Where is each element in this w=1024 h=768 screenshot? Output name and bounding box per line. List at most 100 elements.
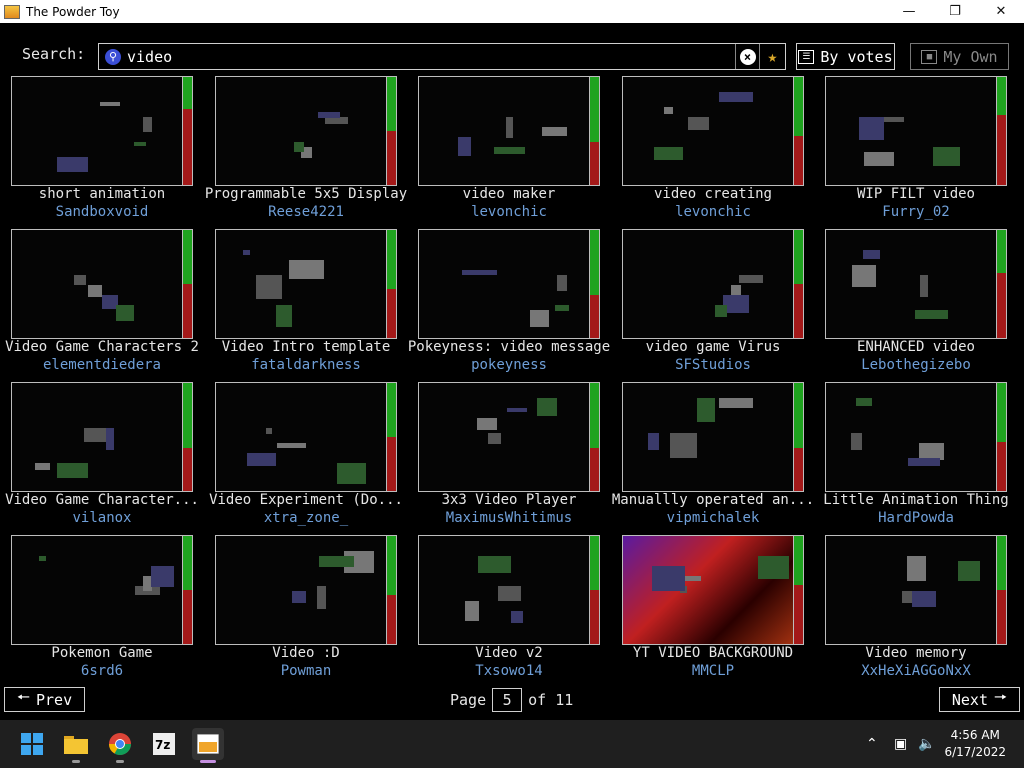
save-author[interactable]: levonchic bbox=[610, 204, 816, 220]
save-author[interactable]: XxHeXiAGGoNxX bbox=[813, 663, 1019, 679]
save-author[interactable]: SFStudios bbox=[610, 357, 816, 373]
save-thumbnail[interactable] bbox=[622, 535, 794, 645]
prev-page-button[interactable]: 🠔 Prev bbox=[4, 687, 85, 712]
save-card[interactable]: video game Virus SFStudios bbox=[622, 229, 810, 377]
save-card[interactable]: Video :D Powman bbox=[215, 535, 403, 683]
save-card[interactable]: YT VIDEO BACKGROUND MMCLP bbox=[622, 535, 810, 683]
save-card[interactable]: Video Game Characters 2 elementdiedera bbox=[5, 229, 199, 377]
file-explorer-icon[interactable] bbox=[60, 728, 92, 763]
thumbnail-pixels bbox=[537, 398, 557, 416]
save-name: Video Experiment (Do... bbox=[209, 492, 403, 508]
save-author[interactable]: Sandboxvoid bbox=[0, 204, 205, 220]
save-thumbnail[interactable] bbox=[215, 76, 387, 186]
powder-toy-taskbar-icon[interactable] bbox=[192, 728, 224, 763]
save-author[interactable]: pokeyness bbox=[406, 357, 612, 373]
save-card[interactable]: Video v2 Txsowo14 bbox=[418, 535, 606, 683]
save-name: Little Animation Thing bbox=[823, 492, 1009, 508]
save-card[interactable]: 3x3 Video Player MaximusWhitimus bbox=[418, 382, 606, 530]
save-card[interactable]: Video memory XxHeXiAGGoNxX bbox=[825, 535, 1013, 683]
thumbnail-pixels bbox=[739, 275, 763, 283]
7zip-icon[interactable]: 7z bbox=[148, 728, 180, 760]
next-page-button[interactable]: Next 🠖 bbox=[939, 687, 1020, 712]
vote-bar bbox=[997, 76, 1007, 186]
close-icon[interactable]: ✕ bbox=[978, 0, 1024, 23]
thumbnail-pixels bbox=[494, 147, 525, 154]
upvote-fill bbox=[387, 230, 396, 290]
save-author[interactable]: Furry_02 bbox=[813, 204, 1019, 220]
thumbnail-pixels bbox=[143, 117, 152, 132]
save-card[interactable]: Video Experiment (Do... xtra_zone_ bbox=[209, 382, 403, 530]
save-thumbnail[interactable] bbox=[11, 76, 183, 186]
save-card[interactable]: Pokeyness: video message pokeyness bbox=[408, 229, 610, 377]
my-own-button[interactable]: ■ My Own bbox=[910, 43, 1009, 70]
windows-start-icon[interactable] bbox=[16, 728, 48, 760]
save-author[interactable]: elementdiedera bbox=[0, 357, 205, 373]
save-name: Manuallly operated an... bbox=[611, 492, 815, 508]
save-card[interactable]: Pokemon Game 6srd6 bbox=[11, 535, 199, 683]
save-author[interactable]: Lebothegizebo bbox=[813, 357, 1019, 373]
save-author[interactable]: MaximusWhitimus bbox=[406, 510, 612, 526]
clear-search-button[interactable]: × bbox=[735, 44, 759, 69]
minimize-icon[interactable]: — bbox=[886, 0, 932, 23]
save-thumbnail[interactable] bbox=[825, 229, 997, 339]
save-card[interactable]: WIP FILT video Furry_02 bbox=[825, 76, 1013, 224]
save-author[interactable]: Txsowo14 bbox=[406, 663, 612, 679]
upvote-fill bbox=[997, 536, 1006, 590]
thumbnail-pixels bbox=[719, 398, 753, 408]
thumbnail-pixels bbox=[462, 270, 497, 275]
save-author[interactable]: 6srd6 bbox=[0, 663, 205, 679]
save-thumbnail[interactable] bbox=[825, 76, 997, 186]
save-author[interactable]: HardPowda bbox=[813, 510, 1019, 526]
sort-by-votes-button[interactable]: ☰ By votes bbox=[796, 43, 895, 70]
save-thumbnail[interactable] bbox=[215, 229, 387, 339]
save-author[interactable]: levonchic bbox=[406, 204, 612, 220]
save-card[interactable]: Video Intro template fataldarkness bbox=[215, 229, 403, 377]
save-author[interactable]: vilanox bbox=[0, 510, 205, 526]
tray-chevron-up-icon[interactable]: ⌃ bbox=[866, 720, 878, 768]
save-card[interactable]: video maker levonchic bbox=[418, 76, 606, 224]
maximize-icon[interactable]: ❐ bbox=[932, 0, 978, 23]
save-thumbnail[interactable] bbox=[418, 229, 590, 339]
save-name: WIP FILT video bbox=[856, 186, 975, 202]
favorites-star-icon[interactable]: ★ bbox=[759, 44, 785, 69]
save-thumbnail[interactable] bbox=[622, 229, 794, 339]
save-name: Video v2 bbox=[475, 645, 543, 661]
save-thumbnail[interactable] bbox=[622, 382, 794, 492]
chrome-icon[interactable] bbox=[104, 728, 136, 763]
save-name: Pokemon Game bbox=[51, 645, 153, 661]
save-thumbnail[interactable] bbox=[11, 535, 183, 645]
save-author[interactable]: Reese4221 bbox=[203, 204, 409, 220]
thumbnail-pixels bbox=[863, 250, 880, 259]
page-number-input[interactable]: 5 bbox=[492, 688, 523, 712]
save-thumbnail[interactable] bbox=[825, 382, 997, 492]
volume-icon[interactable]: 🔈 bbox=[918, 720, 935, 768]
save-thumbnail[interactable] bbox=[11, 382, 183, 492]
save-card[interactable]: video creating levonchic bbox=[622, 76, 810, 224]
network-icon[interactable]: ▣ bbox=[894, 720, 907, 768]
thumbnail-pixels bbox=[247, 453, 276, 466]
save-author[interactable]: MMCLP bbox=[610, 663, 816, 679]
save-card[interactable]: short animation Sandboxvoid bbox=[11, 76, 199, 224]
thumbnail-pixels bbox=[907, 556, 926, 581]
save-card[interactable]: Video Game Character... vilanox bbox=[5, 382, 199, 530]
save-thumbnail[interactable] bbox=[215, 535, 387, 645]
save-card[interactable]: Manuallly operated an... vipmichalek bbox=[612, 382, 814, 530]
window-title: The Powder Toy bbox=[26, 4, 120, 19]
save-author[interactable]: fataldarkness bbox=[203, 357, 409, 373]
save-thumbnail[interactable] bbox=[418, 535, 590, 645]
save-name: Video Intro template bbox=[221, 339, 391, 355]
save-card[interactable]: Little Animation Thing HardPowda bbox=[823, 382, 1013, 530]
save-thumbnail[interactable] bbox=[622, 76, 794, 186]
save-author[interactable]: vipmichalek bbox=[610, 510, 816, 526]
save-author[interactable]: xtra_zone_ bbox=[203, 510, 409, 526]
save-thumbnail[interactable] bbox=[418, 382, 590, 492]
save-thumbnail[interactable] bbox=[11, 229, 183, 339]
save-card[interactable]: ENHANCED video Lebothegizebo bbox=[825, 229, 1013, 377]
save-thumbnail[interactable] bbox=[418, 76, 590, 186]
clock[interactable]: 4:56 AM 6/17/2022 bbox=[944, 727, 1006, 761]
search-input[interactable] bbox=[127, 44, 735, 69]
save-card[interactable]: Programmable 5x5 Display Reese4221 bbox=[205, 76, 407, 224]
save-author[interactable]: Powman bbox=[203, 663, 409, 679]
save-thumbnail[interactable] bbox=[825, 535, 997, 645]
save-thumbnail[interactable] bbox=[215, 382, 387, 492]
